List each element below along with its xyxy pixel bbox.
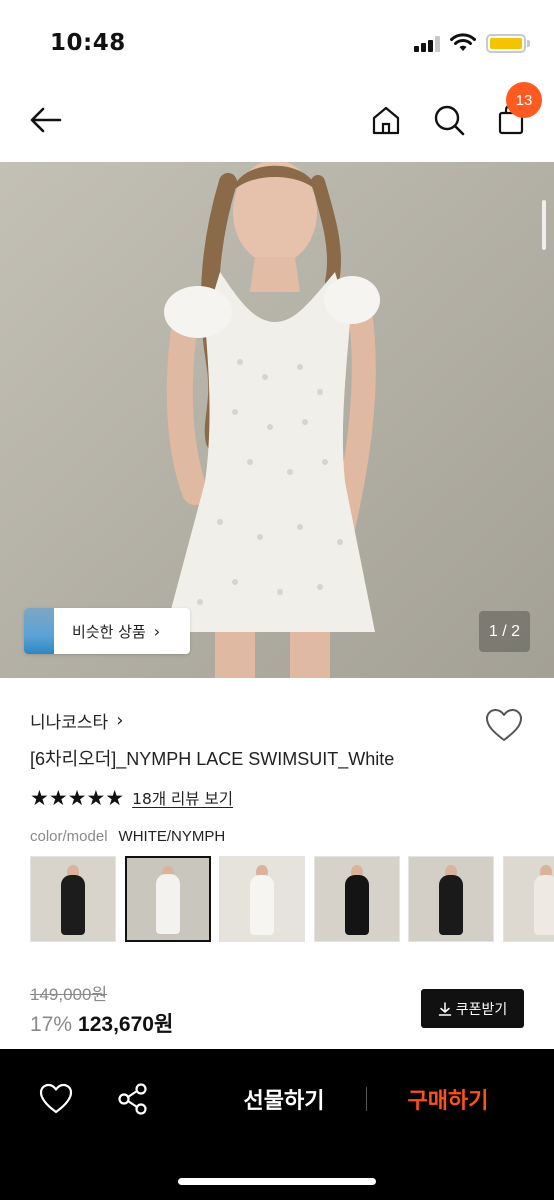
star-rating: ★★★★★: [30, 786, 125, 810]
status-time: 10:48: [50, 30, 126, 56]
review-link[interactable]: 18개 리뷰 보기: [132, 787, 233, 809]
thumb-figure-dress: [61, 875, 85, 935]
image-page-indicator: 1 / 2: [479, 611, 530, 652]
battery-tip: [527, 40, 530, 47]
thumb-1[interactable]: [30, 856, 116, 942]
scroll-indicator: [542, 200, 546, 250]
cart-count-badge: 13: [506, 82, 542, 118]
discount-rate: 17%: [30, 1013, 73, 1036]
sale-price: 123,670원: [78, 1013, 174, 1036]
original-price: 149,000원: [30, 985, 108, 1004]
thumb-5[interactable]: [408, 856, 494, 942]
thumb-figure-dress: [533, 875, 554, 935]
cellular-signal-icon: [414, 36, 442, 52]
rating-row: ★★★★★ 18개 리뷰 보기: [30, 786, 233, 810]
thumb-4[interactable]: [313, 856, 400, 942]
option-value: WHITE/NYMPH: [118, 828, 226, 845]
chevron-right-icon: ›: [116, 710, 124, 731]
battery-icon: [486, 34, 526, 53]
brand-name: 니나코스타: [30, 713, 109, 733]
model-photo: [0, 162, 554, 678]
similar-product-thumbnail: [24, 608, 54, 654]
option-thumbnail-strip: [30, 856, 554, 942]
gift-button[interactable]: 선물하기: [222, 1077, 346, 1121]
top-nav-bar: 13: [0, 82, 554, 162]
heart-outline-icon[interactable]: [38, 1081, 74, 1117]
home-icon[interactable]: [366, 100, 406, 140]
coupon-button[interactable]: 쿠폰받기: [421, 989, 524, 1028]
thumb-figure-dress: [250, 875, 274, 935]
buy-button[interactable]: 구매하기: [388, 1077, 508, 1121]
thumb-6[interactable]: [502, 856, 554, 942]
status-bar: 10:48: [0, 0, 554, 82]
thumb-figure-dress: [344, 875, 369, 935]
download-icon: [438, 1001, 451, 1016]
thumb-2[interactable]: [124, 856, 211, 942]
thumb-3[interactable]: [219, 856, 305, 942]
similar-products-label: 비슷한 상품: [72, 622, 146, 641]
chevron-right-icon: ›: [153, 621, 161, 641]
home-indicator: [178, 1178, 376, 1185]
thumb-figure-dress: [439, 875, 463, 935]
search-icon[interactable]: [429, 100, 469, 140]
option-row: color/model WHITE/NYMPH: [30, 828, 225, 845]
similar-products-button[interactable]: 비슷한 상품 ›: [24, 608, 190, 654]
price-row: 17% 123,670원: [30, 1008, 173, 1038]
option-label: color/model: [30, 828, 108, 845]
product-title: [6차리오더]_NYMPH LACE SWIMSUIT_White: [30, 749, 395, 769]
coupon-label: 쿠폰받기: [455, 1001, 508, 1018]
product-image[interactable]: 비슷한 상품 › 1 / 2: [0, 162, 554, 678]
bottom-action-bar: 선물하기 구매하기: [0, 1049, 554, 1200]
brand-link[interactable]: 니나코스타 ›: [30, 708, 123, 733]
arrow-left-icon[interactable]: [26, 100, 66, 140]
wifi-icon: [450, 33, 476, 51]
heart-outline-icon[interactable]: [484, 706, 524, 746]
action-divider: [366, 1087, 367, 1111]
share-icon[interactable]: [115, 1081, 151, 1117]
thumb-figure-dress: [155, 874, 180, 934]
